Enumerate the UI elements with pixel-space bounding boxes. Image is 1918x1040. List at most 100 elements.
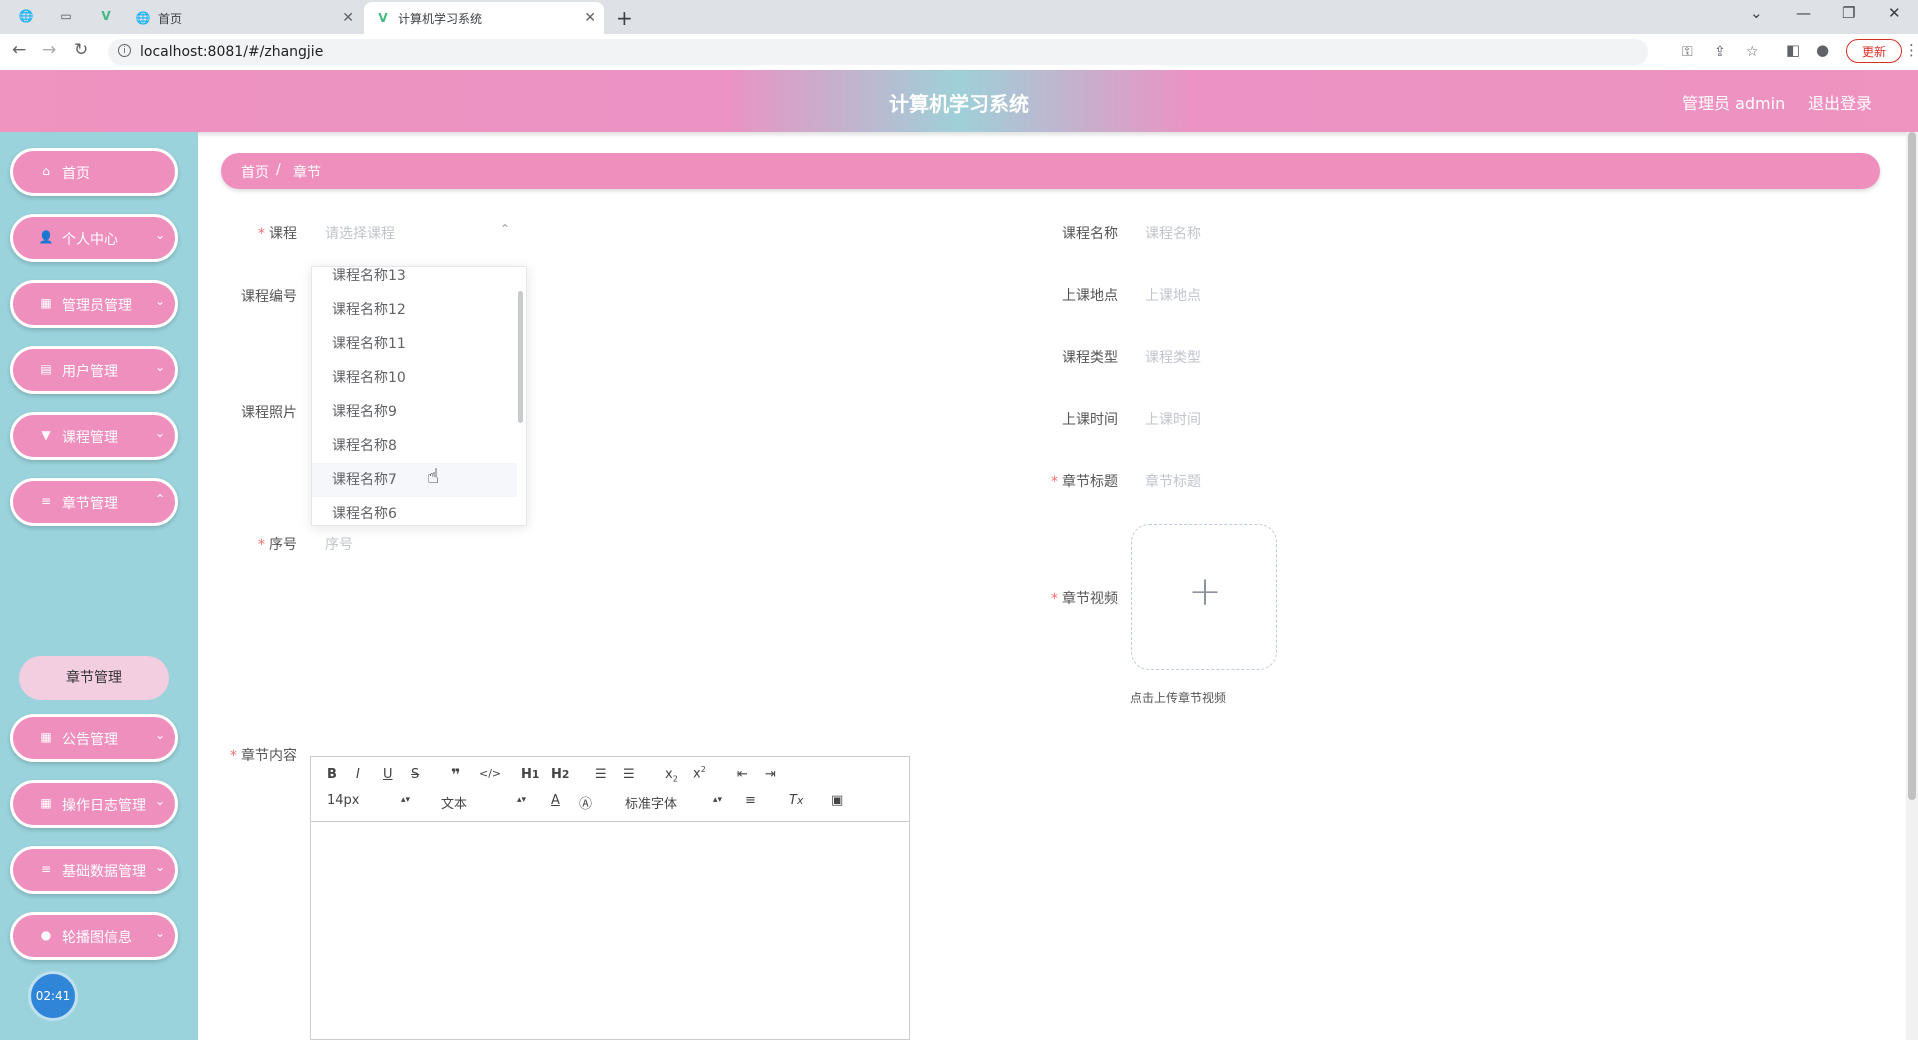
dropdown-option[interactable]: 课程名称9 — [312, 395, 517, 429]
address-bar[interactable]: i localhost:8081/#/zhangjie ⚿ ⇪ ☆ — [108, 39, 1759, 65]
chapter-content-label: * 章节内容 — [230, 748, 297, 764]
block-format-select[interactable]: 文本 ▴▾ — [441, 793, 526, 812]
side-panel-icon[interactable]: ◧ — [1786, 41, 1800, 59]
font-size-select[interactable]: 14px ▴▾ — [327, 793, 410, 808]
dropdown-option[interactable]: 课程名称12 — [312, 293, 517, 327]
grid-icon: ▦ — [40, 296, 52, 310]
align-left-icon[interactable]: ≡ — [745, 793, 756, 808]
site-info-icon[interactable]: i — [118, 44, 131, 57]
minimize-icon[interactable]: — — [1796, 4, 1811, 22]
dropdown-option[interactable]: 课程名称13 — [312, 267, 517, 293]
sidebar-item-personal-center[interactable]: 👤 个人中心 ⌄ — [10, 214, 178, 262]
background-color-icon[interactable]: Ⓐ — [579, 793, 592, 812]
sidebar-item-notice-management[interactable]: ▦ 公告管理 ⌄ — [10, 714, 178, 762]
chevron-up-icon[interactable]: ⌃ — [500, 222, 510, 236]
clear-format-icon[interactable]: Tx — [789, 793, 803, 808]
bold-icon[interactable]: B — [327, 767, 337, 782]
back-icon[interactable]: ← — [12, 40, 26, 60]
heading1-icon[interactable]: H1 — [521, 767, 539, 782]
blockquote-icon[interactable]: ❞ — [451, 765, 460, 784]
course-name-label: 课程名称 — [1062, 226, 1118, 242]
list-icon: ≡ — [40, 862, 52, 876]
close-icon[interactable]: ✕ — [342, 10, 354, 26]
sidebar-item-home[interactable]: ⌂ 首页 — [10, 148, 178, 196]
logout-link[interactable]: 退出登录 — [1808, 90, 1872, 114]
class-time-label: 上课时间 — [1062, 412, 1118, 428]
forward-icon[interactable]: → — [42, 40, 56, 60]
bullet-list-icon[interactable]: ☰ — [623, 767, 635, 782]
submenu-item-chapter-management[interactable]: 章节管理 — [19, 656, 169, 700]
dropdown-scrollbar[interactable] — [518, 291, 523, 423]
image-icon[interactable]: ▣ — [831, 793, 843, 808]
restore-icon[interactable]: ❐ — [1842, 4, 1855, 22]
apps-icon: ▦ — [40, 730, 52, 744]
indent-icon[interactable]: ⇥ — [765, 767, 776, 782]
globe-icon[interactable]: 🌐 — [18, 8, 34, 24]
sidebar-item-carousel[interactable]: ● 轮播图信息 ⌄ — [10, 912, 178, 960]
font-color-icon[interactable]: A — [551, 793, 560, 808]
new-tab-button[interactable]: + — [616, 6, 633, 30]
location-icon: ● — [40, 928, 52, 942]
course-no-label: 课程编号 — [241, 289, 297, 305]
vue-icon: V — [378, 11, 388, 25]
breadcrumb-home[interactable]: 首页 — [241, 162, 269, 182]
browser-tab[interactable]: 🌐 首页 ✕ — [126, 2, 362, 34]
browser-toolbar: ← → ↻ i localhost:8081/#/zhangjie ⚿ ⇪ ☆ … — [0, 34, 1918, 71]
course-type-input[interactable]: 课程类型 — [1145, 347, 1201, 367]
heading2-icon[interactable]: H2 — [551, 767, 569, 782]
app-header: 计算机学习系统 管理员 admin 退出登录 — [0, 70, 1918, 132]
location-input[interactable]: 上课地点 — [1145, 285, 1201, 305]
dropdown-option[interactable]: 课程名称6 — [312, 497, 517, 525]
tab-title: 计算机学习系统 — [398, 11, 483, 26]
tab-search-icon[interactable]: ⌄ — [1750, 4, 1763, 22]
ordered-list-icon[interactable]: ☰ — [595, 767, 607, 782]
blank-page-icon[interactable]: ▭ — [58, 8, 74, 24]
strikethrough-icon[interactable]: S — [411, 767, 419, 782]
share-icon[interactable]: ⇪ — [1714, 44, 1726, 60]
sidebar-item-base-data[interactable]: ≡ 基础数据管理 ⌄ — [10, 846, 178, 894]
dropdown-option-hovered[interactable]: 课程名称7 — [312, 463, 517, 497]
profile-icon[interactable]: ● — [1816, 41, 1829, 59]
code-block-icon[interactable]: </> — [479, 767, 501, 780]
vue-icon[interactable]: V — [98, 8, 114, 24]
sidebar-item-label: 课程管理 — [62, 430, 118, 446]
key-icon[interactable]: ⚿ — [1682, 44, 1693, 60]
sidebar-item-operation-log[interactable]: ▦ 操作日志管理 ⌄ — [10, 780, 178, 828]
subscript-icon[interactable]: x2 — [665, 767, 678, 784]
menu-dots-icon[interactable]: ⋮ — [1904, 41, 1918, 59]
sidebar-item-label: 首页 — [62, 166, 90, 182]
course-photo-label: 课程照片 — [241, 405, 297, 421]
editor-content-area[interactable] — [311, 822, 909, 1039]
italic-icon[interactable]: I — [356, 767, 360, 782]
breadcrumb-separator: / — [276, 162, 281, 178]
seq-input[interactable]: 序号 — [325, 534, 353, 554]
dropdown-option[interactable]: 课程名称11 — [312, 327, 517, 361]
sidebar-item-admin-management[interactable]: ▦ 管理员管理 ⌄ — [10, 280, 178, 328]
course-name-input[interactable]: 课程名称 — [1145, 223, 1201, 243]
underline-icon[interactable]: U — [383, 767, 393, 782]
address-url[interactable]: localhost:8081/#/zhangjie — [140, 44, 323, 60]
superscript-icon[interactable]: x2 — [693, 765, 706, 781]
course-select[interactable]: 请选择课程 — [325, 223, 395, 243]
outdent-icon[interactable]: ⇤ — [737, 767, 748, 782]
class-time-input[interactable]: 上课时间 — [1145, 409, 1201, 429]
sidebar-item-chapter-management[interactable]: ≡ 章节管理 ⌃ — [10, 478, 178, 526]
page-scrollbar[interactable] — [1906, 132, 1918, 1040]
window-close-icon[interactable]: ✕ — [1888, 4, 1901, 22]
sidebar-item-label: 用户管理 — [62, 364, 118, 380]
update-button[interactable]: 更新 — [1846, 39, 1902, 63]
close-icon[interactable]: ✕ — [584, 10, 596, 26]
reload-icon[interactable]: ↻ — [74, 40, 88, 60]
star-icon[interactable]: ☆ — [1746, 44, 1759, 60]
dropdown-option[interactable]: 课程名称10 — [312, 361, 517, 395]
chevron-down-icon: ⌄ — [154, 860, 165, 874]
sidebar-item-course-management[interactable]: ▼ 课程管理 ⌄ — [10, 412, 178, 460]
scrollbar-thumb[interactable] — [1908, 132, 1916, 800]
sidebar-item-label: 管理员管理 — [62, 298, 132, 314]
chapter-title-input[interactable]: 章节标题 — [1145, 471, 1201, 491]
dropdown-option[interactable]: 课程名称8 — [312, 429, 517, 463]
sidebar-item-user-management[interactable]: ▤ 用户管理 ⌄ — [10, 346, 178, 394]
video-upload-button[interactable]: + — [1131, 524, 1277, 670]
font-family-select[interactable]: 标准字体 ▴▾ — [625, 793, 722, 812]
browser-tab-active[interactable]: V 计算机学习系统 ✕ — [364, 2, 604, 34]
